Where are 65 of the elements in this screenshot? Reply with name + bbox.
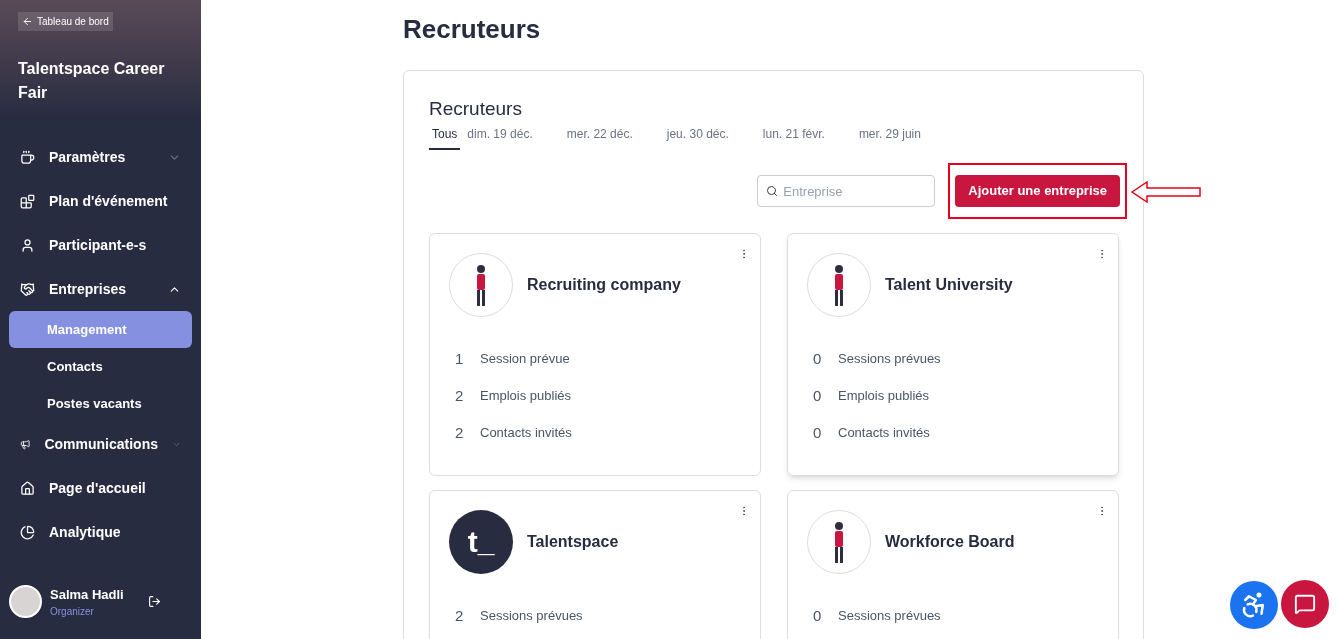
search-field[interactable]: Entreprise: [757, 175, 936, 207]
nav-subitem[interactable]: Postes vacants: [9, 385, 192, 422]
nav-item[interactable]: Plan d'événement: [0, 179, 201, 223]
stat-label: Sessions prévues: [480, 607, 583, 626]
stat-label: Sessions prévues: [838, 350, 941, 369]
company-logo: t_: [449, 510, 513, 574]
stat-count: 0: [813, 385, 823, 406]
event-title: Talentspace Career Fair: [18, 59, 166, 103]
stat-label: Sessions prévues: [838, 607, 941, 626]
date-tab[interactable]: lun. 21 févr.: [759, 125, 828, 150]
accessibility-button[interactable]: [1230, 581, 1278, 629]
stat-count: 2: [455, 422, 465, 443]
date-tab[interactable]: dim. 19 déc.: [464, 125, 536, 150]
date-tab[interactable]: mer. 29 juin: [855, 125, 924, 150]
date-tab[interactable]: mer. 22 déc.: [563, 125, 636, 150]
stat-label: Emplois publiés: [480, 387, 572, 406]
pie-chart-icon: [20, 524, 35, 540]
nav-subitem[interactable]: Contacts: [9, 348, 192, 385]
blocks-icon: [20, 193, 35, 209]
company-name: Recruiting company: [527, 275, 681, 295]
search-icon: [766, 185, 779, 197]
chat-icon: [1294, 593, 1316, 615]
stat-label: Session prévue: [480, 350, 570, 369]
company-card[interactable]: t_ Talentspace 2 Sessions prévues: [429, 490, 761, 639]
panel-title: Recruteurs: [429, 97, 523, 121]
company-name: Workforce Board: [885, 532, 1015, 552]
stat-count: 0: [813, 348, 823, 369]
nav-item[interactable]: Participant-e-s: [0, 223, 201, 267]
cup-icon: [20, 149, 35, 165]
add-company-button[interactable]: Ajouter une entreprise: [955, 175, 1120, 207]
nav-item[interactable]: Page d'accueil: [0, 466, 201, 510]
stat-label: Emplois publiés: [838, 387, 930, 406]
stat-label: Contacts invités: [480, 424, 572, 443]
back-arrow-icon: [22, 16, 33, 27]
arrow-icon: [1131, 181, 1201, 203]
company-card[interactable]: Talent University 0 Sessions prévues 0 Emplois publiés 0 Contacts invités: [787, 233, 1119, 476]
nav-item[interactable]: Entreprises: [0, 267, 201, 311]
user-role: Organizer: [50, 605, 95, 619]
home-icon: [20, 480, 35, 496]
company-card[interactable]: Recruiting company 1 Session prévue 2 Emplois publiés 2 Contacts invités: [429, 233, 761, 476]
stat-count: 0: [813, 605, 823, 626]
stat-count: 2: [455, 605, 465, 626]
stat-count: 0: [813, 422, 823, 443]
nav-item[interactable]: Paramètres: [0, 135, 201, 179]
page-title: Recruteurs: [403, 13, 542, 46]
chat-button[interactable]: [1281, 580, 1329, 628]
date-tab[interactable]: jeu. 30 déc.: [663, 125, 732, 150]
stat-count: 2: [455, 385, 465, 406]
stat-label: Contacts invités: [838, 424, 930, 443]
stat-count: 1: [455, 348, 465, 369]
company-name: Talent University: [885, 275, 1013, 295]
user-name: Salma Hadli: [50, 585, 125, 604]
user-icon: [20, 237, 35, 253]
person-illustration: [807, 253, 871, 317]
nav-item[interactable]: Analytique: [0, 510, 201, 554]
company-card[interactable]: Workforce Board 0 Sessions prévues: [787, 490, 1119, 639]
nav-item[interactable]: Communications: [0, 422, 201, 466]
date-tab[interactable]: Tous: [429, 125, 461, 150]
company-name: Talentspace: [527, 532, 619, 552]
person-illustration: [449, 253, 513, 317]
handshake-icon: [20, 281, 35, 297]
person-illustration: [807, 510, 871, 574]
logout-icon[interactable]: [148, 595, 161, 609]
back-link[interactable]: Tableau de bord: [18, 12, 113, 31]
avatar: [9, 585, 42, 619]
